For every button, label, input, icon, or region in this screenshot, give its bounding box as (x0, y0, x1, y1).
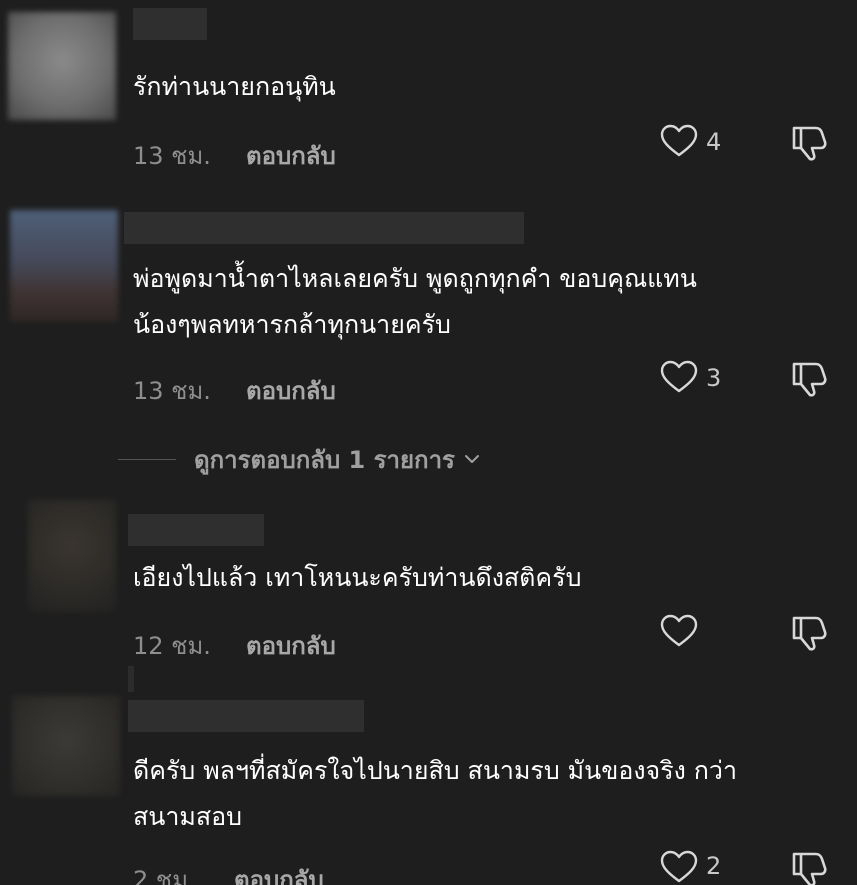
heart-icon[interactable] (660, 360, 698, 394)
comment-text: รักท่านนายกอนุทิน (133, 64, 336, 110)
view-replies-button[interactable]: ดูการตอบกลับ 1 รายการ (194, 440, 455, 479)
comments-page: รักท่านนายกอนุทิน 13 ชม. ตอบกลับ 4 พ่อพู… (0, 0, 857, 885)
thumbs-down-icon[interactable] (790, 360, 828, 398)
heart-icon[interactable] (660, 614, 698, 648)
avatar[interactable] (8, 12, 116, 120)
comment-time: 13 ชม. (133, 377, 211, 405)
comment-text-line: พ่อพูดมาน้ำตาไหลเลยครับ พูดถูกทุกคำ ขอบค… (133, 264, 697, 293)
like-count: 3 (706, 364, 722, 392)
view-replies-row[interactable]: ดูการตอบกลับ 1 รายการ (118, 440, 481, 478)
username-redacted[interactable] (128, 514, 264, 546)
comment-time: 12 ชม. (133, 632, 211, 660)
username-redacted[interactable] (128, 700, 364, 732)
reply-button[interactable]: ตอบกลับ (246, 136, 336, 175)
avatar[interactable] (28, 500, 116, 612)
chevron-down-icon[interactable] (463, 450, 481, 468)
comment-text-line: รักท่านนายกอนุทิน (133, 72, 336, 101)
comment-time: 13 ชม. (133, 142, 211, 170)
comment-time: 2 ชม. (133, 866, 196, 885)
divider-mark (128, 666, 134, 692)
comment-text-line: สนามสอบ (133, 802, 243, 831)
reply-button[interactable]: ตอบกลับ (246, 371, 336, 410)
comment-text: เอียงไปแล้ว เทาโหนนะครับท่านดึงสติครับ (133, 555, 581, 601)
comment-text: พ่อพูดมาน้ำตาไหลเลยครับ พูดถูกทุกคำ ขอบค… (133, 256, 697, 348)
divider-line (118, 458, 176, 460)
thumbs-down-icon[interactable] (790, 124, 828, 162)
reply-button[interactable]: ตอบกลับ (246, 626, 336, 665)
reply-button[interactable]: ตอบกลับ (234, 860, 324, 885)
comment-text-line: น้องๆพลทหารกล้าทุกนายครับ (133, 310, 451, 339)
username-redacted[interactable] (124, 212, 524, 244)
like-count: 4 (706, 128, 722, 156)
like-count: 2 (706, 852, 722, 880)
thumbs-down-icon[interactable] (790, 614, 828, 652)
avatar[interactable] (12, 696, 120, 796)
heart-icon[interactable] (660, 850, 698, 884)
heart-icon[interactable] (660, 124, 698, 158)
thumbs-down-icon[interactable] (790, 850, 828, 885)
comment-text-line: ดีครับ พลฯที่สมัครใจไปนายสิบ สนามรบ มันข… (133, 756, 737, 785)
comment-text-line: เอียงไปแล้ว เทาโหนนะครับท่านดึงสติครับ (133, 563, 582, 592)
comment-text: ดีครับ พลฯที่สมัครใจไปนายสิบ สนามรบ มันข… (133, 748, 737, 840)
avatar[interactable] (10, 210, 118, 322)
username-redacted[interactable] (133, 8, 207, 40)
